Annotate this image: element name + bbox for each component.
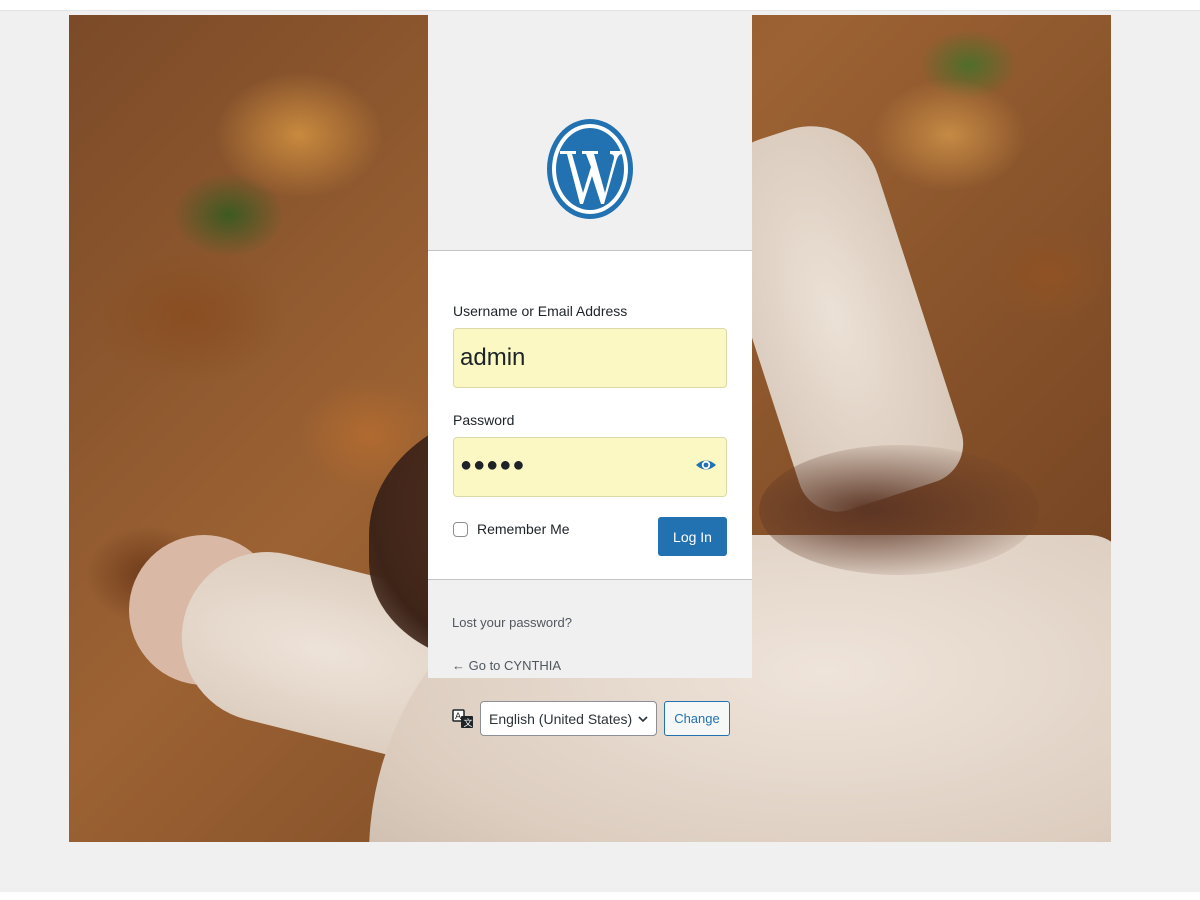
password-value: ●●●●● — [460, 454, 526, 476]
log-in-button[interactable]: Log In — [658, 517, 727, 556]
wordpress-logo[interactable] — [546, 118, 634, 220]
remember-me: Remember Me — [453, 521, 570, 537]
change-language-button[interactable]: Change — [664, 701, 730, 736]
back-to-site-link[interactable]: ← Go to CYNTHIA — [452, 658, 561, 673]
photo-hair-strands — [759, 445, 1039, 575]
browser-bottom-strip — [0, 892, 1200, 900]
remember-me-label[interactable]: Remember Me — [477, 521, 570, 537]
login-form: Username or Email Address admin Password… — [428, 250, 752, 580]
username-label: Username or Email Address — [453, 303, 628, 319]
wordpress-logo-icon — [547, 119, 633, 219]
svg-text:A: A — [455, 712, 462, 722]
username-value: admin — [460, 344, 526, 371]
show-password-eye-icon[interactable] — [694, 453, 718, 477]
language-select-value: English (United States) — [489, 710, 633, 727]
browser-top-strip — [0, 0, 1200, 11]
chevron-down-icon — [638, 715, 648, 722]
password-input[interactable]: ●●●●● — [453, 437, 727, 497]
login-panel: Username or Email Address admin Password… — [428, 15, 752, 678]
translation-icon: A 文 — [452, 708, 474, 730]
language-select[interactable]: English (United States) — [480, 701, 658, 736]
svg-text:文: 文 — [464, 717, 473, 729]
password-label: Password — [453, 412, 515, 428]
language-switcher: A 文 English (United States) Change — [452, 701, 730, 736]
remember-me-checkbox[interactable] — [453, 521, 468, 537]
username-input[interactable]: admin — [453, 328, 727, 388]
lost-password-link[interactable]: Lost your password? — [452, 615, 572, 630]
